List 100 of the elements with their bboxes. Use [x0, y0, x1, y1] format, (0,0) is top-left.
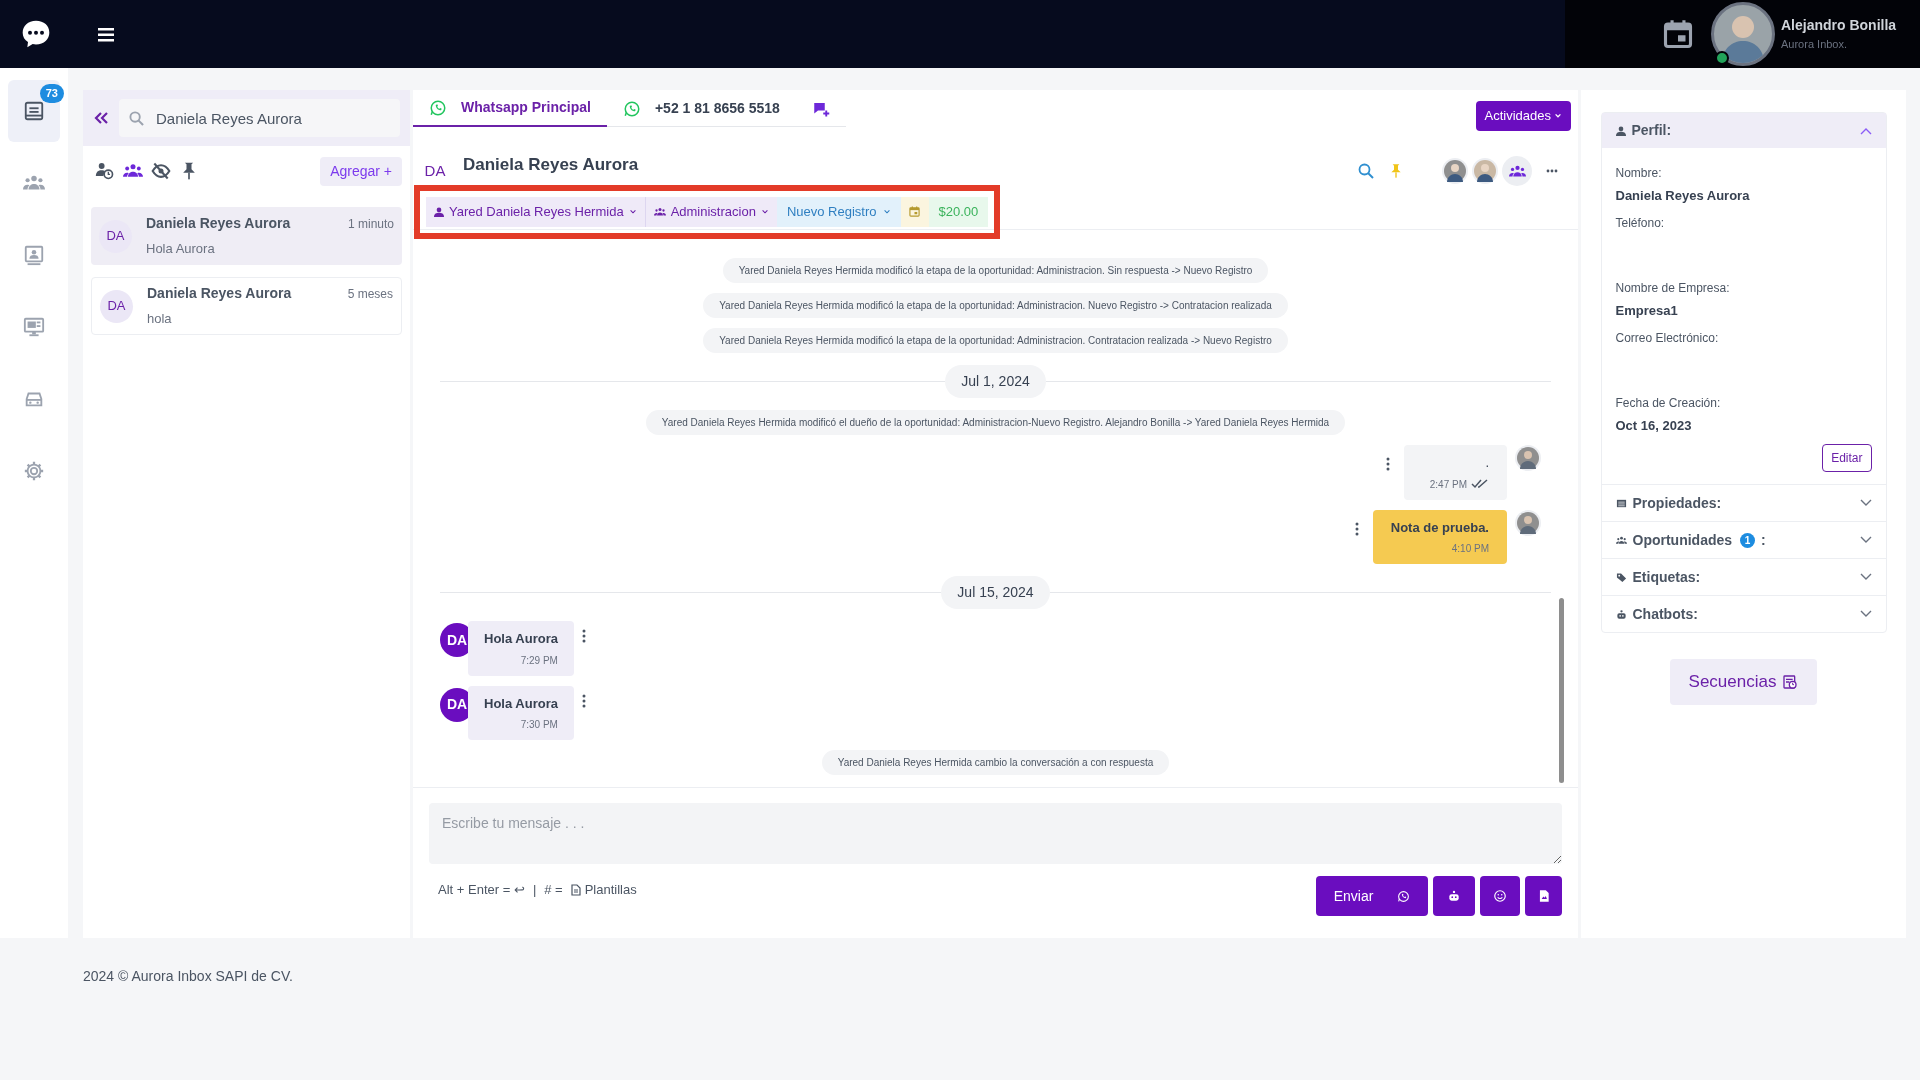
section-title: Chatbots: [1632, 604, 1698, 624]
collapse-icon[interactable] [93, 110, 109, 126]
system-message: Yared Daniela Reyes Hermida modificó el dueño de la oportunidad: Administracion-Nuevo Registro. Alejandro Bonilla -> Yared Daniela Reyes Hermida [645, 410, 1346, 435]
member-avatar[interactable] [1442, 158, 1468, 184]
field-label: Correo Electrónico: [1615, 330, 1720, 347]
message-time: 7:29 PM [520, 653, 558, 668]
accordion-section[interactable]: Propiedades: [1601, 484, 1886, 521]
system-message: Yared Daniela Reyes Hermida modificó la etapa de la oportunidad: Administracion. Sin respuesta -> Nuevo Registro [722, 258, 1269, 283]
field-label: Teléfono: [1615, 215, 1666, 232]
people-icon [1615, 534, 1627, 546]
conversation-time: 5 meses [347, 285, 393, 303]
message-time: 7:30 PM [520, 718, 558, 732]
field-value: Oct 16, 2023 [1615, 417, 1693, 435]
conversation-time: 1 minuto [347, 215, 394, 233]
contact-name: Daniela Reyes Aurora [146, 214, 291, 234]
user-name: Alejandro Bonilla [1781, 16, 1897, 36]
section-title-colon: : [1761, 530, 1766, 550]
date-chip[interactable] [900, 196, 929, 227]
search-icon[interactable] [1358, 163, 1374, 179]
whatsapp-icon [622, 99, 641, 118]
document-icon [570, 883, 581, 896]
stage-dropdown[interactable]: Nuevo Registro [776, 196, 901, 227]
inbox-icon [23, 100, 45, 122]
message-text: Hola Aurora [484, 694, 558, 713]
search-icon [129, 111, 144, 126]
sequences-button[interactable]: Secuencias [1670, 659, 1817, 705]
scrollbar-thumb[interactable] [1559, 598, 1564, 783]
contact-name: Daniela Reyes Aurora [463, 153, 639, 176]
field-value: Empresa1 [1615, 302, 1679, 320]
section-title: Etiquetas: [1632, 567, 1701, 587]
message-text: . [1485, 454, 1489, 472]
conversation-item[interactable]: DA Daniela Reyes Aurora 5 meses hola [91, 277, 402, 335]
team-dropdown[interactable]: Administracion [645, 196, 777, 227]
message-input[interactable]: Escribe tu mensaje . . . [429, 803, 1562, 864]
sender-avatar [1515, 445, 1541, 471]
templates-link[interactable]: Plantillas [584, 880, 637, 900]
caret-icon [1554, 112, 1562, 120]
settings-icon [23, 460, 45, 482]
channel-tab[interactable]: +52 1 81 8656 5518 [606, 90, 796, 127]
profile-section-header[interactable]: Perfil: [1601, 113, 1886, 148]
chat-logo-icon[interactable] [20, 18, 52, 50]
members-button[interactable] [1502, 156, 1532, 186]
smiley-icon [1493, 889, 1507, 903]
section-title: Oportunidades [1632, 530, 1733, 550]
system-message: Yared Daniela Reyes Hermida modificó la etapa de la oportunidad: Administracion. Nuevo Registro -> Contratacion realizada [703, 293, 1288, 318]
person-icon [1615, 125, 1626, 136]
field-label: Fecha de Creación: [1615, 395, 1722, 412]
amount-chip: $20.00 [928, 196, 989, 227]
contact-avatar: DA [100, 289, 133, 323]
hidden-eye-icon [151, 161, 171, 181]
system-message: Yared Daniela Reyes Hermida modificó la etapa de la oportunidad: Administracion. Contratacion realizada -> Nuevo Registro [703, 328, 1288, 353]
caret-icon [628, 207, 637, 216]
person-icon [434, 206, 444, 217]
calendar-icon[interactable] [1663, 19, 1693, 49]
list-icon [1615, 497, 1627, 509]
caret-icon [760, 207, 769, 216]
more-options-icon[interactable] [1354, 521, 1359, 536]
attach-file-button[interactable] [1525, 876, 1562, 916]
robot-icon [1615, 608, 1627, 620]
robot-icon [1447, 889, 1461, 903]
whatsapp-icon [1397, 889, 1411, 903]
contact-clock-icon [95, 161, 115, 181]
accordion-section[interactable]: Etiquetas: [1601, 558, 1886, 595]
footer-text: 2024 © Aurora Inbox SAPI de CV. [83, 968, 293, 984]
field-value: Daniela Reyes Aurora [1615, 187, 1751, 205]
menu-icon[interactable] [98, 26, 114, 42]
more-options-icon[interactable] [581, 693, 586, 708]
user-organization: Aurora Inbox. [1781, 37, 1849, 53]
member-avatar[interactable] [1472, 158, 1498, 184]
template-shortcut: # = [544, 881, 563, 899]
search-field[interactable]: Daniela Reyes Aurora [119, 99, 400, 137]
message-text: Nota de prueba. [1390, 518, 1489, 537]
more-icon[interactable] [1546, 169, 1558, 173]
channel-tab[interactable]: Whatsapp Principal [413, 90, 607, 127]
field-label: Nombre: [1615, 165, 1663, 182]
field-label: Nombre de Empresa: [1615, 280, 1731, 297]
monitor-icon [23, 316, 45, 338]
edit-button[interactable]: Editar [1822, 444, 1872, 472]
emoji-button[interactable] [1480, 876, 1520, 916]
add-button[interactable]: Agregar + [320, 156, 402, 186]
conversation-item[interactable]: DA Daniela Reyes Aurora 1 minuto Hola Aurora [91, 207, 402, 265]
owner-dropdown[interactable]: Yared Daniela Reyes Hermida [426, 196, 646, 227]
section-title: Perfil: [1631, 121, 1672, 140]
contact-card-icon [23, 244, 45, 266]
chatbot-button[interactable] [1433, 876, 1475, 916]
tag-icon [1615, 571, 1627, 583]
contact-avatar: DA [423, 161, 447, 181]
sender-avatar [1515, 509, 1541, 536]
send-button[interactable]: Enviar [1316, 876, 1428, 916]
accordion-section[interactable]: Chatbots: [1601, 595, 1886, 632]
message-text: Hola Aurora [484, 630, 558, 648]
accordion-section[interactable]: Oportunidades 1 : [1601, 521, 1886, 558]
more-options-icon[interactable] [581, 629, 586, 643]
notification-badge: 73 [39, 84, 64, 103]
shortcut-hint: Alt + Enter = ↩ [438, 881, 525, 899]
sequence-icon [1782, 674, 1799, 690]
section-title: Propiedades: [1632, 493, 1722, 513]
more-options-icon[interactable] [1386, 457, 1390, 471]
caret-icon [882, 207, 891, 216]
activities-button[interactable]: Actividades [1475, 101, 1571, 131]
